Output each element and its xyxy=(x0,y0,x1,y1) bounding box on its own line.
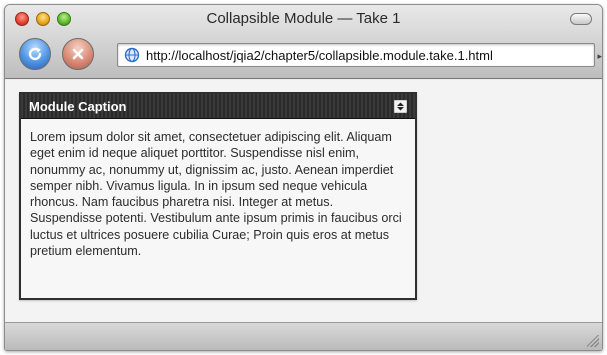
collapsible-module: Module Caption Lorem ipsum dolor sit ame… xyxy=(19,92,417,300)
toolbar-toggle-button[interactable] xyxy=(570,13,592,25)
reload-button[interactable] xyxy=(19,38,51,70)
address-bar[interactable]: http://localhost/jqia2/chapter5/collapsi… xyxy=(117,43,602,67)
reload-icon xyxy=(28,47,42,61)
resize-grip-icon[interactable] xyxy=(587,335,599,347)
address-url: http://localhost/jqia2/chapter5/collapsi… xyxy=(146,47,493,63)
status-bar xyxy=(5,322,602,350)
collapse-toggle-icon[interactable] xyxy=(394,99,407,113)
window-title: Collapsible Module — Take 1 xyxy=(206,10,401,27)
address-menu-icon[interactable]: ▸ xyxy=(597,51,602,62)
page-viewport: Module Caption Lorem ipsum dolor sit ame… xyxy=(5,80,602,324)
browser-window: Collapsible Module — Take 1 http://local… xyxy=(4,4,603,351)
module-caption: Module Caption xyxy=(29,98,127,114)
stop-icon xyxy=(72,48,84,60)
up-down-arrows-icon xyxy=(397,102,404,110)
globe-icon xyxy=(124,47,140,63)
module-caption-bar[interactable]: Module Caption xyxy=(21,94,415,119)
module-body-text: Lorem ipsum dolor sit amet, consectetuer… xyxy=(30,130,402,259)
browser-toolbar: Collapsible Module — Take 1 http://local… xyxy=(5,5,602,79)
stop-button[interactable] xyxy=(62,38,94,70)
